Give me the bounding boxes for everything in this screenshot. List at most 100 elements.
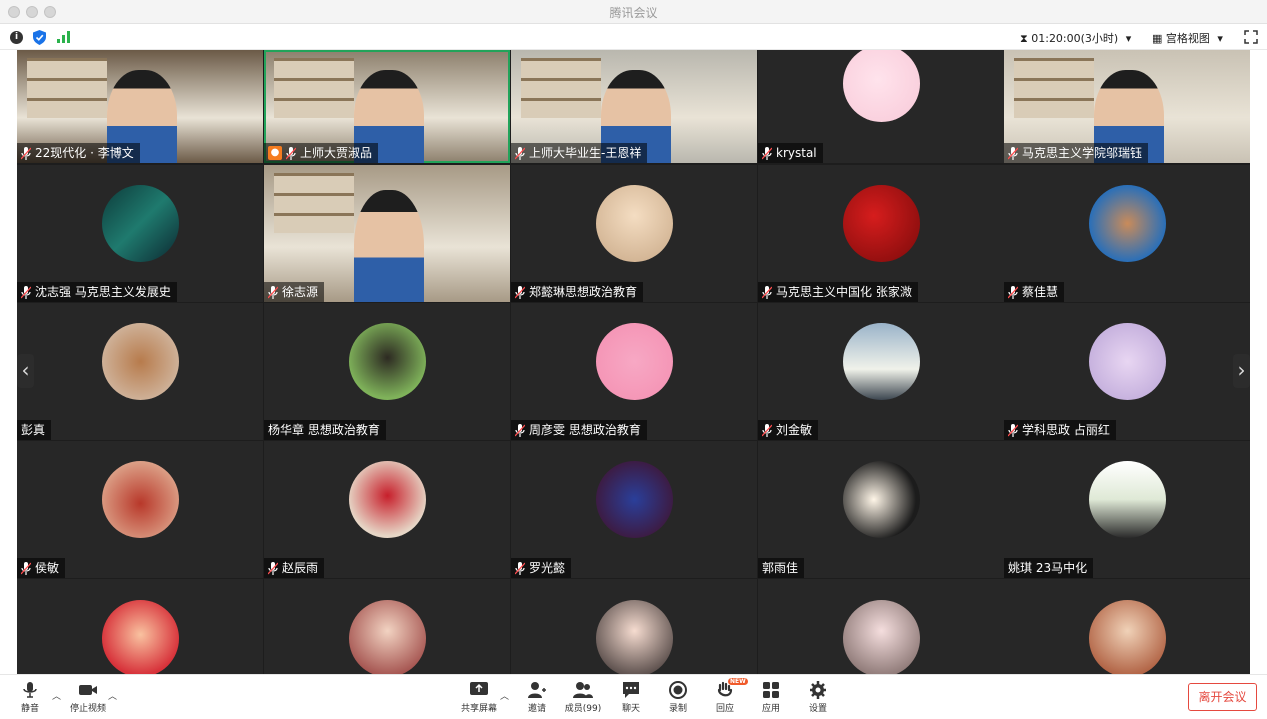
participant-tile[interactable]: 学科思政 占丽红 [1004,303,1250,440]
members-button[interactable]: 成员(99) [561,681,605,714]
participant-tile[interactable]: 郑懿琳思想政治教育 [511,165,757,302]
participant-name: krystal [776,146,817,160]
participant-video [354,189,424,302]
bottom-toolbar: 静音 ︿ 停止视频 ︿ 共享屏幕 ︿ 邀请 成员(99) 聊天 录制 回应 应用… [0,674,1267,719]
participant-tile[interactable]: 杨华章 思想政治教育 [264,303,510,440]
participant-tile[interactable]: 徐志源 [264,165,510,302]
participant-name-tag: 蔡佳慧 [1004,282,1065,302]
gear-icon [810,681,826,699]
participant-name: 沈志强 马克思主义发展史 [35,285,171,299]
participant-name-tag: 赵辰雨 [264,558,325,578]
title-bar: 腾讯会议 [0,0,1267,24]
video-background [274,173,354,233]
participant-tile[interactable]: 上师大毕业生-王恩祥 [511,50,757,163]
participant-avatar [1089,600,1166,674]
microphone-icon [21,561,31,575]
previous-page-arrow[interactable]: ‹ [17,354,34,388]
new-badge: NEW [728,678,748,685]
stop-video-label: 停止视频 [69,704,106,714]
microphone-icon [515,285,525,299]
microphone-icon [286,146,296,160]
participant-tile[interactable]: 罗光懿 [511,441,757,578]
apps-grid-icon [763,682,779,698]
participant-tile[interactable]: 马克思主义学院邬瑞钰 [1004,50,1250,163]
info-icon[interactable]: i [10,31,23,44]
participant-name-tag: 刘金敏 [758,420,819,440]
invite-user-icon [528,682,546,698]
participant-tile[interactable]: 马克思主义中国化 张家溦 [758,165,1004,302]
apps-button[interactable]: 应用 [749,681,793,714]
meeting-timer[interactable]: ⧗ 01:20:00(3小时) ▾ [1020,30,1131,46]
share-options-caret[interactable]: ︿ [500,689,509,702]
chat-button[interactable]: 聊天 [609,681,653,714]
participant-tile[interactable] [758,579,1004,674]
participant-tile[interactable]: 周彦雯 思想政治教育 [511,303,757,440]
participant-tile[interactable] [17,579,263,674]
microphone-icon [1008,285,1018,299]
participant-tile[interactable]: 沈志强 马克思主义发展史 [17,165,263,302]
network-signal-icon[interactable] [57,31,71,43]
participant-avatar [102,461,179,538]
view-mode-label: 宫格视图 [1165,32,1210,45]
participant-avatar [102,600,179,674]
react-button[interactable]: 回应 [703,681,747,714]
stop-video-button[interactable]: 停止视频 [66,681,110,714]
participant-name: 郑懿琳思想政治教育 [529,285,638,299]
participant-name: 马克思主义学院邬瑞钰 [1022,146,1143,160]
participant-name-tag: 郑懿琳思想政治教育 [511,282,644,302]
participant-tile[interactable]: 刘金敏 [758,303,1004,440]
video-options-caret[interactable]: ︿ [108,689,117,702]
participant-avatar [596,600,673,674]
participant-avatar [843,323,920,400]
participant-name-tag: 徐志源 [264,282,325,302]
participant-tile[interactable]: 姚琪 23马中化 [1004,441,1250,578]
microphone-icon [268,285,278,299]
participant-tile[interactable]: ● 上师大贾淑品 [264,50,510,163]
record-icon [669,681,687,699]
audio-options-caret[interactable]: ︿ [52,689,61,702]
record-button[interactable]: 录制 [656,681,700,714]
fullscreen-icon[interactable] [1244,30,1258,44]
participant-tile[interactable] [1004,579,1250,674]
leave-meeting-button[interactable]: 离开会议 [1188,683,1257,711]
participant-tile[interactable]: 侯敏 [17,441,263,578]
shield-icon[interactable] [33,30,46,45]
video-camera-icon [79,685,97,695]
microphone-icon [762,285,772,299]
share-screen-button[interactable]: 共享屏幕 [457,681,501,714]
participant-avatar [843,185,920,262]
timer-text: 01:20:00(3小时) [1031,32,1119,45]
participant-tile[interactable]: 赵辰雨 [264,441,510,578]
participant-tile[interactable]: 郭雨佳 [758,441,1004,578]
participant-avatar [596,185,673,262]
participant-tile[interactable]: 蔡佳慧 [1004,165,1250,302]
participant-tile[interactable] [511,579,757,674]
hourglass-icon: ⧗ [1020,32,1028,45]
video-background [1014,58,1094,118]
mute-label: 静音 [20,704,39,714]
microphone-icon [515,561,525,575]
participant-avatar [349,461,426,538]
participant-tile[interactable] [264,579,510,674]
apps-label: 应用 [761,704,780,714]
settings-button[interactable]: 设置 [796,681,840,714]
invite-button[interactable]: 邀请 [515,681,559,714]
video-background [521,58,601,118]
participant-tile[interactable]: krystal [758,50,1004,163]
participant-name-tag: 罗光懿 [511,558,572,578]
microphone-icon [1008,423,1018,437]
microphone-icon [762,146,772,160]
participant-avatar [1089,185,1166,262]
participant-name-tag: krystal [758,143,823,163]
mute-button[interactable]: 静音 [8,681,52,714]
window-title: 腾讯会议 [609,6,658,20]
next-page-arrow[interactable]: › [1233,354,1250,388]
chat-label: 聊天 [621,704,640,714]
participant-avatar [596,323,673,400]
participant-tile[interactable]: 22现代化 · 李博文 [17,50,263,163]
view-mode-button[interactable]: ▦ 宫格视图 ▾ [1152,30,1223,46]
participant-name: 赵辰雨 [282,561,319,575]
participant-tile[interactable]: 彭真 [17,303,263,440]
microphone-icon [23,682,37,698]
chevron-down-icon: ▾ [1125,32,1132,45]
